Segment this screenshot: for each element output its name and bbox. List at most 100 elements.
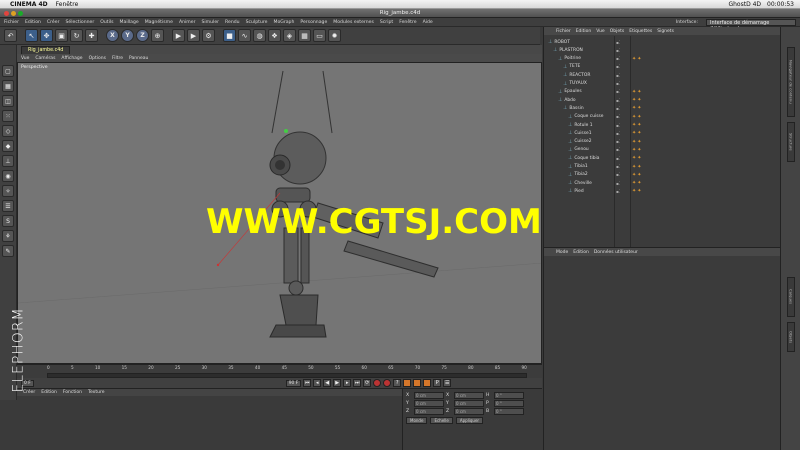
menu-personnage[interactable]: Personnage [300, 20, 327, 25]
visibility-flags-icon[interactable]: ▪⁚ [616, 64, 620, 69]
visibility-flags-icon[interactable]: ▪⁚ [616, 181, 620, 186]
tag-icon[interactable]: ✦✦ [632, 139, 642, 145]
render-view-icon[interactable]: ▶ [172, 29, 185, 42]
visibility-flags-icon[interactable]: ▪⁚ [616, 139, 620, 144]
3d-viewport[interactable]: Perspective WWW.CGTSJ.COM [17, 62, 542, 364]
edges-mode-icon[interactable]: ◇ [2, 125, 14, 137]
object-row[interactable]: ⊥ Rotule 1 ▪⁚ ✦✦ [544, 121, 781, 129]
menu-animer[interactable]: Animer [179, 20, 196, 25]
snap-icon[interactable]: ✧ [2, 185, 14, 197]
vp-menu-cameras[interactable]: Caméras [35, 56, 55, 61]
menu-aide[interactable]: Aide [423, 20, 433, 25]
menu-fichier[interactable]: Fichier [4, 20, 19, 25]
object-row[interactable]: ⊥ Tibia2 ▪⁚ ✦✦ [544, 171, 781, 179]
object-row[interactable]: ⊥ PLASTRON ▪⁚ [544, 46, 781, 54]
zoom-window-button[interactable] [18, 11, 23, 16]
render-picture-icon[interactable]: ▶ [187, 29, 200, 42]
mat-menu-texture[interactable]: Texture [88, 390, 104, 395]
record-icon[interactable] [373, 379, 382, 387]
light-icon[interactable]: ✹ [328, 29, 341, 42]
coord-pos-x[interactable]: 0 cm [414, 392, 444, 399]
menu-sculpture[interactable]: Sculpture [246, 20, 268, 25]
object-row[interactable]: ⊥ Bassin ▪⁚ ✦✦ [544, 104, 781, 112]
tag-icon[interactable]: ✦✦ [632, 122, 642, 128]
key-rotation-icon[interactable] [423, 379, 432, 387]
scale-icon[interactable]: ▣ [55, 29, 68, 42]
close-window-button[interactable] [4, 11, 9, 16]
object-row[interactable]: ⊥ Cheville ▪⁚ ✦✦ [544, 179, 781, 187]
menu-creer[interactable]: Créer [47, 20, 60, 25]
tag-icon[interactable]: ✦✦ [632, 155, 642, 161]
texture-mode-icon[interactable]: ▦ [2, 80, 14, 92]
material-manager[interactable]: Créer Edition Fonction Texture [17, 388, 402, 450]
visibility-flags-icon[interactable]: ▪⁚ [616, 164, 620, 169]
visibility-flags-icon[interactable]: ▪⁚ [616, 172, 620, 177]
cube-icon[interactable]: ■ [223, 29, 236, 42]
tab-content-browser[interactable]: Navigateur de contenu [787, 47, 795, 117]
object-row[interactable]: ⊥ Cuisse1 ▪⁚ ✦✦ [544, 129, 781, 137]
coord-size-z[interactable]: 0 cm [454, 408, 484, 415]
visibility-flags-icon[interactable]: ▪⁚ [616, 98, 620, 103]
object-row[interactable]: ⊥ Genou ▪⁚ ✦✦ [544, 146, 781, 154]
coord-system-icon[interactable]: ⊕ [151, 29, 164, 42]
menu-fenetre[interactable]: Fenêtre [399, 20, 416, 25]
visibility-flags-icon[interactable]: ▪⁚ [616, 114, 620, 119]
obj-menu-etiquettes[interactable]: Etiquettes [629, 29, 652, 34]
vp-menu-filtre[interactable]: Filtre [112, 56, 123, 61]
tag-icon[interactable]: ✦✦ [632, 147, 642, 153]
menu-rendu[interactable]: Rendu [225, 20, 240, 25]
workplane-icon[interactable]: ◫ [2, 95, 14, 107]
visibility-flags-icon[interactable]: ▪⁚ [616, 123, 620, 128]
axis-x-toggle[interactable]: X [106, 29, 119, 42]
menu-maillage[interactable]: Maillage [120, 20, 139, 25]
menu-mograph[interactable]: MoGraph [273, 20, 294, 25]
object-row[interactable]: ⊥ Tibia1 ▪⁚ ✦✦ [544, 163, 781, 171]
tag-icon[interactable]: ✦✦ [632, 114, 642, 120]
goto-end-icon[interactable]: ⏭ [353, 379, 362, 387]
menu-script[interactable]: Script [380, 20, 393, 25]
tag-icon[interactable]: ✦✦ [632, 89, 642, 95]
os-app-name[interactable]: CINEMA 4D [10, 1, 48, 8]
menu-outils[interactable]: Outils [100, 20, 113, 25]
python-icon[interactable]: ⚘ [2, 230, 14, 242]
object-row[interactable]: ⊥ Poitrine ▪⁚ ✦✦ [544, 55, 781, 63]
keyframe-icon[interactable]: ? [393, 379, 402, 387]
coord-mode-select[interactable]: Monde [406, 417, 428, 424]
vp-menu-vue[interactable]: Vue [21, 56, 29, 61]
visibility-flags-icon[interactable]: ▪⁚ [616, 40, 620, 45]
camera-icon[interactable]: ▭ [313, 29, 326, 42]
visibility-flags-icon[interactable]: ▪⁚ [616, 131, 620, 136]
object-row[interactable]: ⊥ Abdo ▪⁚ ✦✦ [544, 96, 781, 104]
menu-edition[interactable]: Edition [25, 20, 41, 25]
prev-key-icon[interactable]: ◂ [313, 379, 322, 387]
script-icon[interactable]: S [2, 215, 14, 227]
tag-icon[interactable]: ✦✦ [632, 172, 642, 178]
mat-menu-edition[interactable]: Edition [41, 390, 57, 395]
coord-size-y[interactable]: 0 cm [454, 400, 484, 407]
coord-rot-p[interactable]: 0 ° [494, 400, 524, 407]
obj-menu-objets[interactable]: Objets [610, 29, 625, 34]
visibility-flags-icon[interactable]: ▪⁚ [616, 81, 620, 86]
tag-icon[interactable]: ✦✦ [632, 130, 642, 136]
key-position-icon[interactable] [403, 379, 412, 387]
axis-y-toggle[interactable]: Y [121, 29, 134, 42]
spline-icon[interactable]: ∿ [238, 29, 251, 42]
undo-icon[interactable]: ↶ [4, 29, 17, 42]
tag-icon[interactable]: ✦✦ [632, 97, 642, 103]
visibility-flags-icon[interactable]: ▪⁚ [616, 156, 620, 161]
tab-document[interactable]: Rig_jambe.c4d [21, 45, 71, 54]
visibility-flags-icon[interactable]: ▪⁚ [616, 106, 620, 111]
obj-menu-fichier[interactable]: Fichier [556, 29, 571, 34]
model-mode-icon[interactable]: ▢ [2, 65, 14, 77]
move-icon[interactable]: ✥ [40, 29, 53, 42]
layer-icon[interactable]: ☰ [2, 200, 14, 212]
menu-magnetisme[interactable]: Magnétisme [145, 20, 173, 25]
points-mode-icon[interactable]: ⁙ [2, 110, 14, 122]
polygons-mode-icon[interactable]: ◆ [2, 140, 14, 152]
tab-structure[interactable]: Structure [787, 122, 795, 162]
menu-modules-externes[interactable]: Modules externes [333, 20, 374, 25]
play-icon[interactable]: ▶ [333, 379, 342, 387]
end-frame-field[interactable]: 90 F [285, 379, 302, 387]
obj-menu-edition[interactable]: Edition [576, 29, 592, 34]
timeline[interactable]: 0 5 10 15 20 25 30 35 40 45 50 55 60 65 … [17, 364, 542, 378]
